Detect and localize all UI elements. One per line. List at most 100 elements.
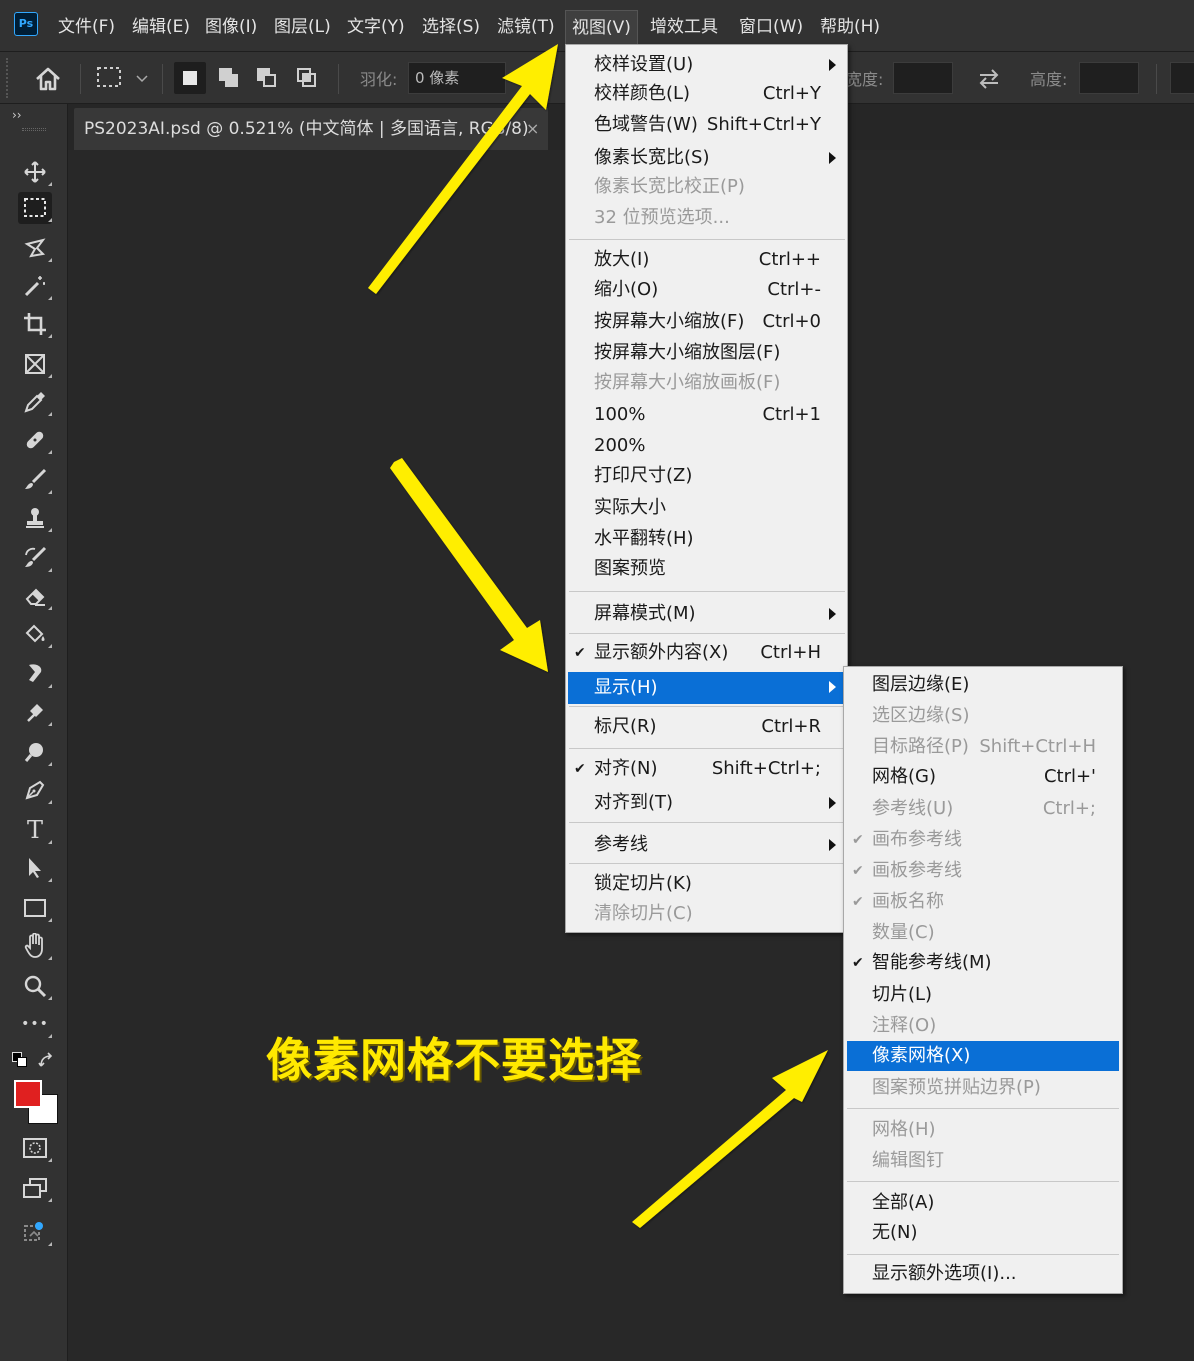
view-menu-item-14[interactable]: 实际大小 xyxy=(566,493,847,523)
panel-collapse-icon[interactable]: ›› xyxy=(12,108,22,122)
options-separator xyxy=(1156,64,1157,94)
menu-type[interactable]: 文字(Y) xyxy=(347,14,405,40)
swap-colors-icon[interactable] xyxy=(38,1052,56,1070)
crop-tool-icon[interactable] xyxy=(18,308,52,340)
clone-stamp-icon[interactable] xyxy=(18,502,52,534)
view-menu-item-15[interactable]: 水平翻转(H) xyxy=(566,524,847,554)
show-menu-item-label: 网格(H) xyxy=(872,1119,936,1140)
paint-bucket-icon[interactable] xyxy=(18,618,52,650)
view-menu-item-4: 像素长宽比校正(P) xyxy=(566,172,847,202)
eyedropper-icon[interactable] xyxy=(18,386,52,418)
view-menu-item-17[interactable]: 屏幕模式(M) xyxy=(566,599,847,629)
quick-mask-icon[interactable] xyxy=(18,1132,52,1164)
swap-dimensions-icon[interactable] xyxy=(976,68,1002,90)
view-menu-item-0[interactable]: 校样设置(U) xyxy=(566,50,847,80)
show-menu-item-18[interactable]: 显示额外选项(I)... xyxy=(844,1259,1122,1289)
view-menu-item-label: 按屏幕大小缩放画板(F) xyxy=(594,372,781,393)
show-menu-item-9[interactable]: ✔ 智能参考线(M) xyxy=(844,948,1122,978)
panel-grip[interactable] xyxy=(22,128,46,131)
default-colors-icon[interactable] xyxy=(12,1052,28,1068)
magic-wand-icon[interactable] xyxy=(18,270,52,302)
submenu-arrow-icon xyxy=(829,681,836,693)
foreground-color-swatch[interactable] xyxy=(14,1080,42,1108)
view-menu-item-13[interactable]: 打印尺寸(Z) xyxy=(566,461,847,491)
show-menu-separator xyxy=(847,1108,1119,1109)
menu-image[interactable]: 图像(I) xyxy=(205,14,257,40)
menu-window[interactable]: 窗口(W) xyxy=(739,14,803,40)
view-menu-item-11[interactable]: 100% Ctrl+1 xyxy=(566,400,847,430)
menu-edit[interactable]: 编辑(E) xyxy=(132,14,190,40)
show-menu-item-0[interactable]: 图层边缘(E) xyxy=(844,670,1122,700)
menu-layer[interactable]: 图层(L) xyxy=(274,14,331,40)
marquee-preset-icon[interactable] xyxy=(96,66,124,90)
view-menu-item-22[interactable]: 对齐到(T) xyxy=(566,788,847,818)
view-menu-item-3[interactable]: 像素长宽比(S) xyxy=(566,143,847,173)
subtract-selection-button[interactable] xyxy=(250,62,282,94)
show-menu-item-10[interactable]: 切片(L) xyxy=(844,980,1122,1010)
feather-input[interactable]: 0 像素 xyxy=(408,62,506,94)
view-menu-item-9[interactable]: 按屏幕大小缩放图层(F) xyxy=(566,338,847,368)
menu-plugins[interactable]: 增效工具 xyxy=(650,14,718,40)
view-menu-item-6[interactable]: 放大(I) Ctrl++ xyxy=(566,245,847,275)
move-tool-icon[interactable] xyxy=(18,156,52,188)
view-menu-item-21[interactable]: ✔ 对齐(N) Shift+Ctrl+; xyxy=(566,754,847,784)
chevron-down-icon[interactable] xyxy=(136,74,148,84)
type-tool-icon[interactable]: T xyxy=(18,814,52,846)
intersect-selection-button[interactable] xyxy=(290,62,322,94)
show-submenu: 图层边缘(E) 选区边缘(S) 目标路径(P) Shift+Ctrl+H 网格(G) Ct… xyxy=(843,666,1123,1294)
document-tab[interactable]: PS2023AI.psd @ 0.521% (中文简体 | 多国语言, RGB/… xyxy=(74,108,548,150)
show-menu-item-label: 画布参考线 xyxy=(872,829,962,850)
zoom-pen-icon[interactable] xyxy=(18,736,52,768)
view-menu-item-16[interactable]: 图案预览 xyxy=(566,554,847,584)
menu-help[interactable]: 帮助(H) xyxy=(820,14,880,40)
path-selection-icon[interactable] xyxy=(18,852,52,884)
close-tab-icon[interactable]: × xyxy=(526,108,539,150)
home-icon[interactable] xyxy=(34,66,62,92)
view-menu-item-label: 200% xyxy=(594,435,646,456)
lasso-tool-icon[interactable] xyxy=(18,232,52,264)
options-grip[interactable] xyxy=(6,58,9,98)
width-input[interactable] xyxy=(893,62,953,94)
view-menu-item-12[interactable]: 200% xyxy=(566,431,847,461)
marquee-tool-icon[interactable] xyxy=(18,192,52,224)
add-selection-button[interactable] xyxy=(212,62,244,94)
screen-mode-icon[interactable] xyxy=(18,1172,52,1204)
show-menu-item-12[interactable]: 像素网格(X) xyxy=(847,1041,1119,1071)
hand-tool-icon[interactable] xyxy=(18,930,52,962)
show-menu-item-16[interactable]: 全部(A) xyxy=(844,1188,1122,1218)
rectangle-tool-icon[interactable] xyxy=(18,892,52,924)
healing-brush-icon[interactable] xyxy=(18,424,52,456)
height-input[interactable] xyxy=(1079,62,1139,94)
view-menu-item-24[interactable]: 锁定切片(K) xyxy=(566,869,847,899)
show-menu-item-17[interactable]: 无(N) xyxy=(844,1218,1122,1248)
view-menu-item-18[interactable]: ✔ 显示额外内容(X) Ctrl+H xyxy=(566,638,847,668)
show-menu-item-3[interactable]: 网格(G) Ctrl+' xyxy=(844,762,1122,792)
view-menu-item-7[interactable]: 缩小(O) Ctrl+- xyxy=(566,275,847,305)
menu-view[interactable]: 视图(V) xyxy=(565,10,638,46)
frame-tool-icon[interactable] xyxy=(18,348,52,380)
select-and-mask-button[interactable] xyxy=(1170,62,1194,94)
view-menu-item-label: 对齐(N) xyxy=(594,758,658,779)
brush-tool-icon[interactable] xyxy=(18,464,52,496)
view-menu-item-8[interactable]: 按屏幕大小缩放(F) Ctrl+0 xyxy=(566,307,847,337)
menu-file[interactable]: 文件(F) xyxy=(58,14,115,40)
view-menu-item-1[interactable]: 校样颜色(L) Ctrl+Y xyxy=(566,79,847,109)
more-tools-icon[interactable]: ••• xyxy=(18,1008,52,1040)
eraser-icon[interactable] xyxy=(18,580,52,612)
view-menu-item-label: 图案预览 xyxy=(594,558,666,579)
zoom-tool-icon[interactable] xyxy=(18,970,52,1002)
generative-fill-icon[interactable] xyxy=(18,1216,52,1248)
view-menu-item-2[interactable]: 色域警告(W) Shift+Ctrl+Y xyxy=(566,110,847,140)
menu-filter[interactable]: 滤镜(T) xyxy=(497,14,555,40)
new-selection-button[interactable] xyxy=(174,62,206,94)
menu-select[interactable]: 选择(S) xyxy=(422,14,480,40)
pen-tool-icon[interactable] xyxy=(18,774,52,806)
dodge-tool-icon[interactable] xyxy=(18,696,52,728)
checkmark-icon: ✔ xyxy=(852,863,864,879)
view-menu-item-shortcut: Ctrl++ xyxy=(758,249,821,270)
view-menu-item-23[interactable]: 参考线 xyxy=(566,830,847,860)
smudge-tool-icon[interactable] xyxy=(18,658,52,690)
view-menu-item-19[interactable]: 显示(H) xyxy=(568,672,845,704)
history-brush-icon[interactable] xyxy=(18,542,52,574)
view-menu-item-20[interactable]: 标尺(R) Ctrl+R xyxy=(566,712,847,742)
